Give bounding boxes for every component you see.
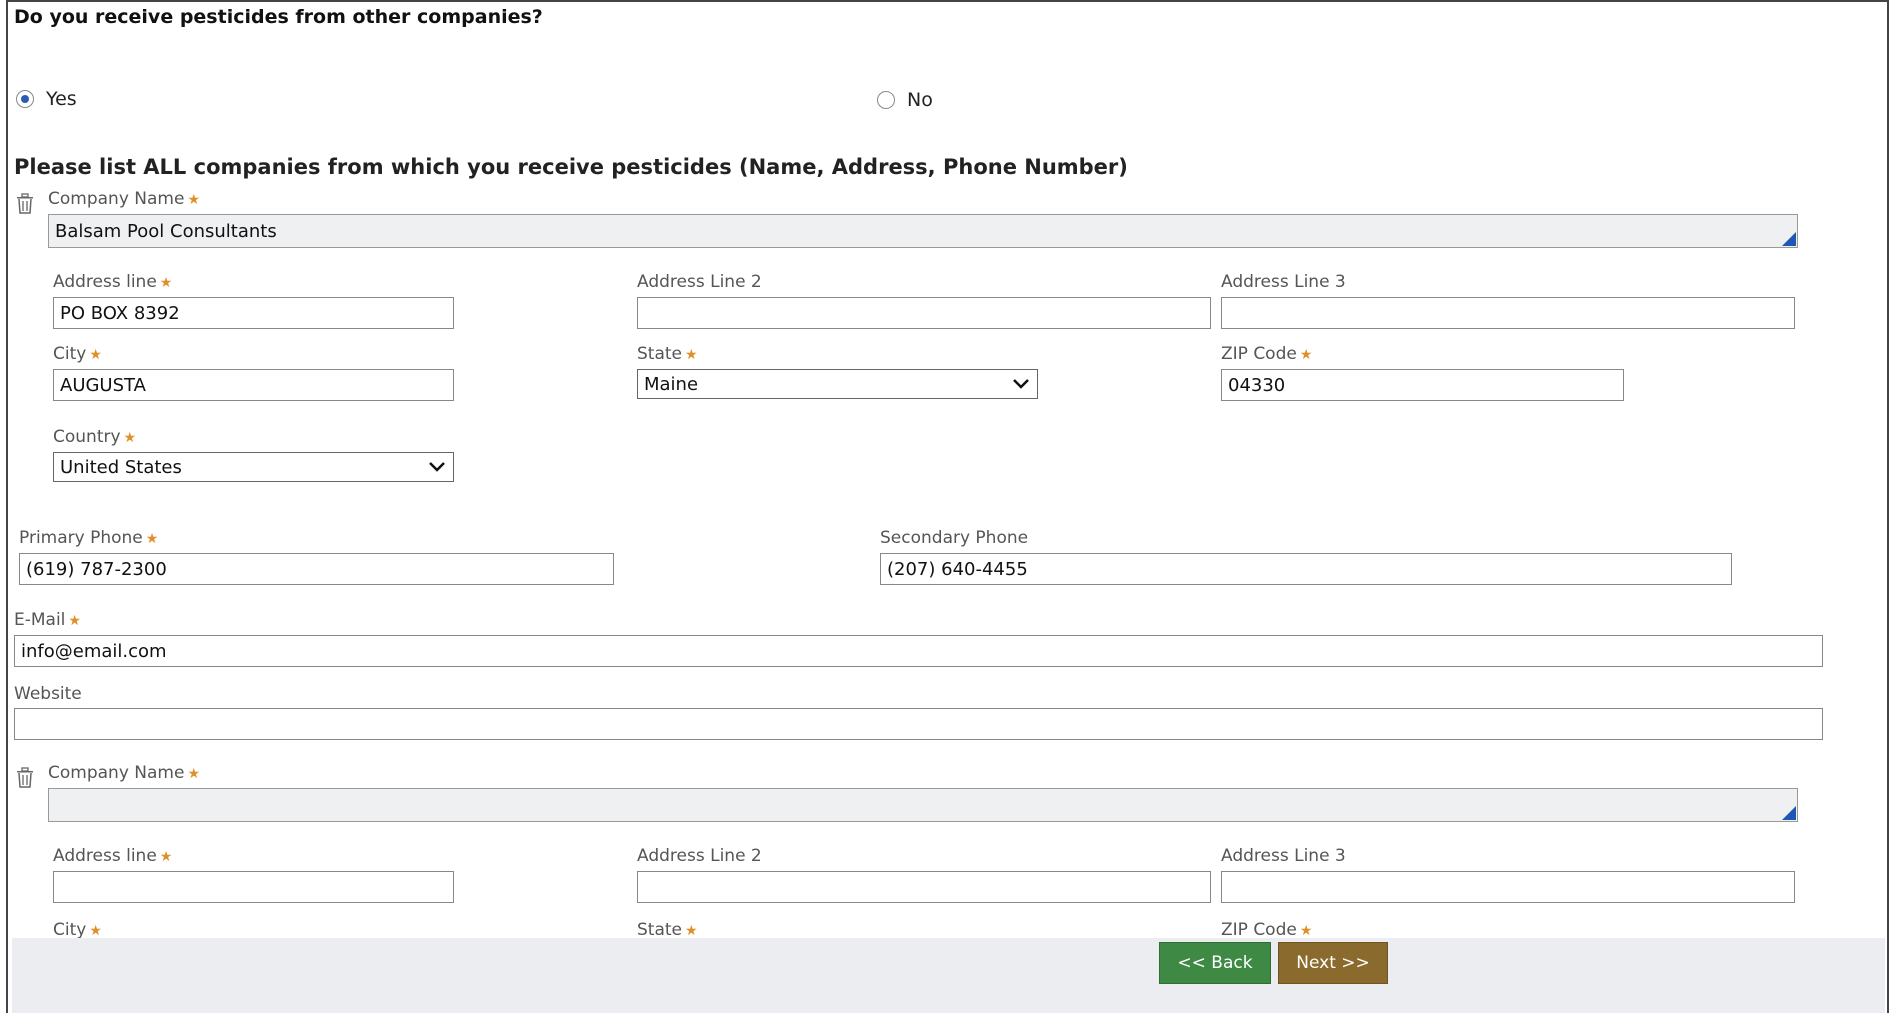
secondary-phone-label: Secondary Phone: [880, 528, 1029, 548]
address-line-3-input[interactable]: [1221, 297, 1795, 329]
city-input[interactable]: AUGUSTA: [53, 369, 454, 401]
primary-phone-label: Primary Phone ★: [19, 528, 159, 548]
trash-icon: [17, 193, 33, 214]
city-label: City ★: [53, 344, 102, 364]
required-star-icon: ★: [159, 275, 173, 291]
address-line-input[interactable]: PO BOX 8392: [53, 297, 454, 329]
zip-code-label-2: ZIP Code ★: [1221, 920, 1313, 940]
email-label: E-Mail ★: [14, 610, 81, 630]
radio-yes-label: Yes: [46, 88, 77, 110]
company-name-field[interactable]: Balsam Pool Consultants: [48, 214, 1798, 248]
required-star-icon: ★: [159, 849, 173, 865]
chevron-down-icon: [429, 462, 445, 472]
company-name-field-2[interactable]: [48, 788, 1798, 822]
footer-bar: [12, 938, 1885, 1013]
back-button[interactable]: << Back: [1159, 942, 1271, 984]
next-button[interactable]: Next >>: [1278, 942, 1388, 984]
primary-phone-input[interactable]: (619) 787-2300: [19, 553, 614, 585]
address-line-3-input-2[interactable]: [1221, 871, 1795, 903]
zip-code-label: ZIP Code ★: [1221, 344, 1313, 364]
address-line-3-label: Address Line 3: [1221, 272, 1346, 292]
radio-no[interactable]: No: [877, 89, 933, 111]
address-line-2-input-2[interactable]: [637, 871, 1211, 903]
chevron-down-icon: [1013, 379, 1029, 389]
email-input[interactable]: info@email.com: [14, 635, 1823, 667]
state-label-2: State ★: [637, 920, 698, 940]
required-star-icon: ★: [187, 766, 200, 782]
required-star-icon: ★: [89, 923, 102, 939]
website-label: Website: [14, 684, 82, 704]
city-label-2: City ★: [53, 920, 102, 940]
required-star-icon: ★: [68, 613, 81, 629]
radio-no-label: No: [907, 89, 933, 111]
required-star-icon: ★: [1299, 923, 1313, 939]
address-line-2-label: Address Line 2: [637, 272, 762, 292]
address-line-input-2[interactable]: [53, 871, 454, 903]
required-star-icon: ★: [89, 347, 102, 363]
delete-company-1-button[interactable]: [15, 193, 35, 219]
required-star-icon: ★: [685, 347, 698, 363]
radio-no-button[interactable]: [877, 91, 895, 109]
delete-company-2-button[interactable]: [15, 767, 35, 793]
zip-code-input[interactable]: 04330: [1221, 369, 1624, 401]
required-star-icon: ★: [145, 531, 159, 547]
website-input[interactable]: [14, 708, 1823, 740]
country-select[interactable]: United States: [53, 452, 454, 482]
required-star-icon: ★: [1299, 347, 1313, 363]
country-label: Country ★: [53, 427, 137, 447]
company-name-label-2: Company Name ★: [48, 763, 200, 783]
radio-yes-button[interactable]: [16, 90, 34, 108]
address-line-2-label-2: Address Line 2: [637, 846, 762, 866]
state-select[interactable]: Maine: [637, 369, 1038, 399]
address-line-3-label-2: Address Line 3: [1221, 846, 1346, 866]
address-line-2-input[interactable]: [637, 297, 1211, 329]
address-line-label: Address line ★: [53, 272, 173, 292]
state-label: State ★: [637, 344, 698, 364]
form-frame: [6, 0, 1889, 1013]
required-star-icon: ★: [123, 430, 137, 446]
question-title: Do you receive pesticides from other com…: [14, 6, 543, 28]
trash-icon: [17, 767, 33, 788]
secondary-phone-input[interactable]: (207) 640-4455: [880, 553, 1732, 585]
radio-yes[interactable]: Yes: [16, 88, 77, 110]
required-star-icon: ★: [187, 192, 200, 208]
company-name-label: Company Name ★: [48, 189, 200, 209]
required-star-icon: ★: [685, 923, 698, 939]
section-title: Please list ALL companies from which you…: [14, 155, 1128, 179]
address-line-label-2: Address line ★: [53, 846, 173, 866]
